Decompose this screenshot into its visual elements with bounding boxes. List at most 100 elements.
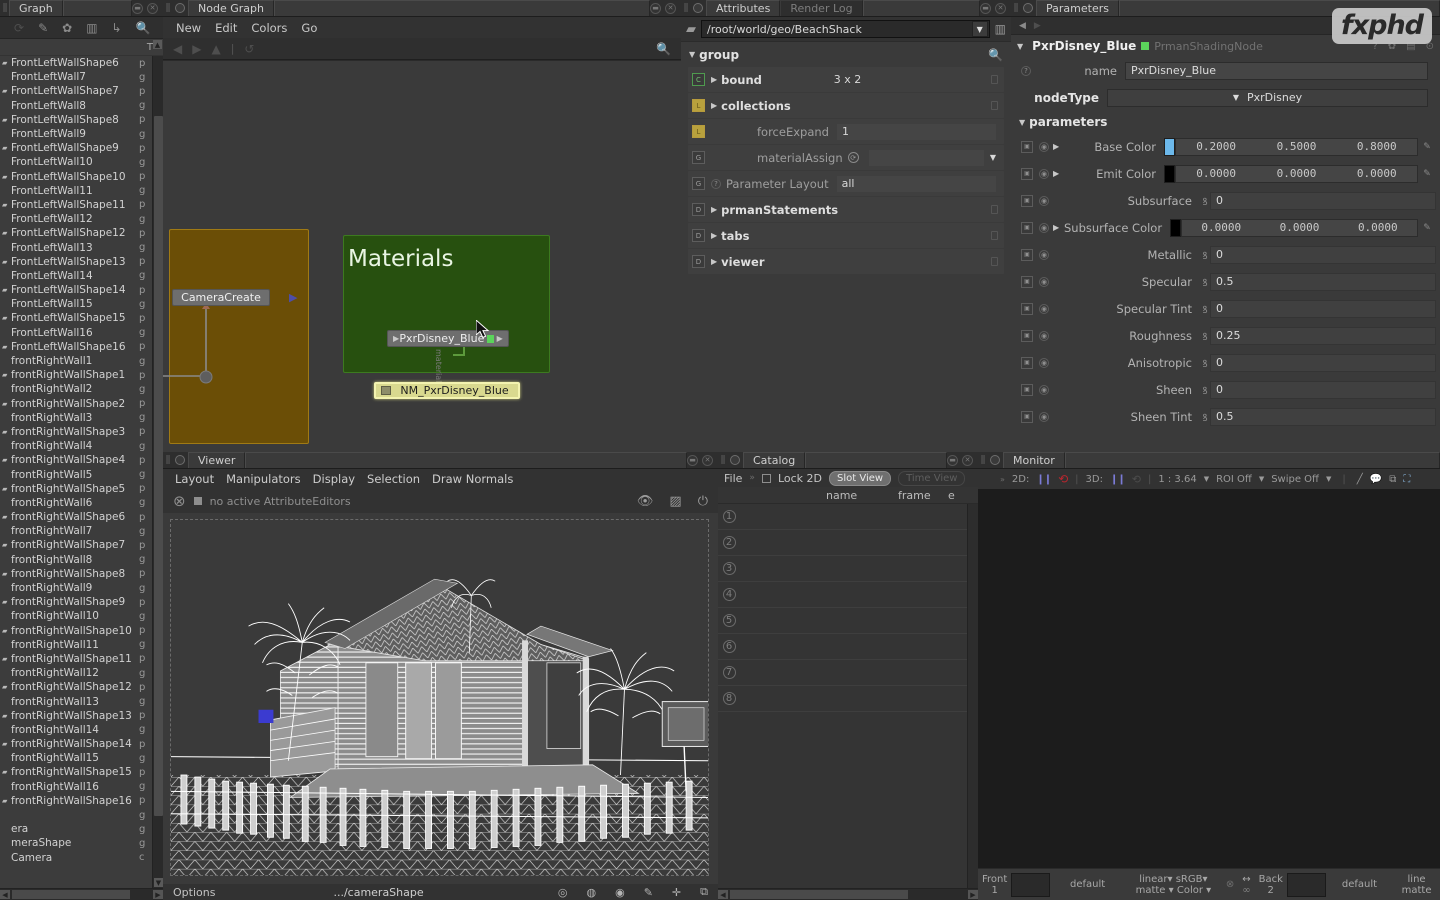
scene-graph-row[interactable]: ▰ frontRightWallShape5 p bbox=[0, 482, 151, 496]
fit-icon[interactable]: ⛶ bbox=[1403, 474, 1410, 485]
menu-go[interactable]: Go bbox=[301, 21, 317, 35]
scene-graph-row[interactable]: ▰ FrontLeftWallShape7 p bbox=[0, 84, 151, 98]
parameters-nodetype-dropdown[interactable]: ▼ PxrDisney bbox=[1107, 88, 1428, 107]
power-icon[interactable]: ⏻ bbox=[698, 494, 708, 509]
vscroll-thumb[interactable] bbox=[154, 116, 163, 816]
tab-attributes[interactable]: Attributes bbox=[706, 0, 781, 16]
attribute-row[interactable]: G? Parameter Layout all bbox=[688, 171, 1004, 196]
back-colorspace-block[interactable]: line matte bbox=[1393, 869, 1440, 900]
tab-monitor[interactable]: Monitor bbox=[1003, 452, 1065, 468]
link-icon[interactable]: ⧉ bbox=[700, 885, 708, 899]
menu-file[interactable]: File bbox=[724, 472, 742, 485]
slider-handle-icon[interactable]: ꝸ bbox=[1200, 356, 1210, 370]
scene-graph-row[interactable]: ▰ FrontLeftWallShape9 p bbox=[0, 141, 151, 155]
scene-graph-row[interactable]: ▰ FrontLeftWallShape11 p bbox=[0, 198, 151, 212]
chevron-right-icon[interactable]: ▶ bbox=[1053, 169, 1064, 178]
catalog-slot-row[interactable]: 5 bbox=[718, 608, 978, 634]
attribute-row[interactable]: D ▶ tabs bbox=[688, 223, 1004, 248]
monitor-roi-toggle[interactable]: ROI Off bbox=[1216, 474, 1252, 485]
scene-graph-row[interactable]: frontRightWall3 g bbox=[0, 411, 151, 425]
scene-graph-vscrollbar[interactable]: ▼ bbox=[152, 56, 163, 888]
scene-graph-row[interactable]: ▰ FrontLeftWallShape14 p bbox=[0, 283, 151, 297]
attribute-value[interactable]: all bbox=[836, 175, 996, 192]
front-default-block[interactable]: default bbox=[1050, 869, 1125, 900]
parameter-options-icon[interactable]: ◉ bbox=[1039, 276, 1049, 287]
scene-graph-row[interactable]: ▰ frontRightWallShape11 p bbox=[0, 652, 151, 666]
scene-graph-row[interactable]: ▰ FrontLeftWallShape12 p bbox=[0, 226, 151, 240]
attribute-value[interactable]: 1 bbox=[836, 123, 996, 140]
help-icon[interactable]: ? bbox=[1021, 65, 1031, 76]
catalog-slot-row[interactable]: 7 bbox=[718, 660, 978, 686]
close-icon[interactable]: ✕ bbox=[665, 2, 676, 14]
scene-graph-row[interactable]: frontRightWall9 g bbox=[0, 581, 151, 595]
back-buffer-swatch[interactable] bbox=[1286, 872, 1326, 897]
slider-handle-icon[interactable]: ꝸ bbox=[1200, 194, 1210, 208]
layers-icon[interactable]: ▨ bbox=[669, 494, 681, 509]
color-triple-input[interactable]: 0.2000 0.5000 0.8000 bbox=[1175, 137, 1418, 156]
lock-2d-checkbox[interactable] bbox=[761, 473, 771, 483]
attributes-group-header[interactable]: ▼ group 🔍 bbox=[681, 42, 1011, 67]
scene-graph-row[interactable]: ▰ frontRightWallShape14 p bbox=[0, 737, 151, 751]
parameter-row[interactable]: ▣ ◉ Specular Tint ꝸ 0 bbox=[1011, 295, 1440, 322]
panel-menu-icon[interactable] bbox=[1020, 0, 1036, 16]
scene-graph-row[interactable]: frontRightWall4 g bbox=[0, 439, 151, 453]
back-icon[interactable]: ◀ bbox=[173, 43, 182, 55]
parameter-number-input[interactable]: 0 bbox=[1210, 353, 1436, 372]
back-buffer-block[interactable]: Back 2 bbox=[1255, 869, 1287, 900]
parameter-number-input[interactable]: 0 bbox=[1210, 191, 1436, 210]
chevron-down-icon[interactable]: ▼ bbox=[1259, 475, 1264, 483]
menu-draw-normals[interactable]: Draw Normals bbox=[432, 472, 513, 486]
panel-grip-icon[interactable]: || bbox=[681, 0, 690, 16]
parameter-number-input[interactable]: 0 bbox=[1210, 299, 1436, 318]
scene-graph-row[interactable]: ▰ frontRightWallShape10 p bbox=[0, 624, 151, 638]
lock-icon[interactable] bbox=[991, 257, 998, 266]
overflow-icon[interactable]: » bbox=[749, 473, 755, 483]
scene-graph-row[interactable]: ▰ frontRightWallShape9 p bbox=[0, 595, 151, 609]
comment-icon[interactable]: 💬 bbox=[1370, 474, 1382, 485]
parameter-number-input[interactable]: 0 bbox=[1210, 245, 1436, 264]
parameter-row[interactable]: ▣ ◉ Sheen ꝸ 0 bbox=[1011, 376, 1440, 403]
hscroll-left-icon[interactable]: ◀ bbox=[0, 890, 10, 899]
menu-edit[interactable]: Edit bbox=[215, 21, 237, 35]
panel-menu-icon[interactable] bbox=[690, 0, 706, 16]
swap-buffers-block[interactable]: ↔ ∞ bbox=[1238, 869, 1254, 900]
camera-light-icon[interactable]: ◍ bbox=[586, 886, 596, 899]
catalog-time-view-toggle[interactable]: Time View bbox=[898, 470, 966, 486]
tab-node-graph[interactable]: Node Graph bbox=[188, 0, 274, 16]
search-icon[interactable]: 🔍 bbox=[136, 22, 151, 34]
scene-graph-row[interactable]: frontRightWall8 g bbox=[0, 553, 151, 567]
minimize-icon[interactable]: ▬ bbox=[947, 454, 958, 466]
color-swatch[interactable] bbox=[1170, 218, 1182, 237]
parameter-keyframe-icon[interactable]: ▣ bbox=[1021, 356, 1033, 369]
panel-menu-icon[interactable] bbox=[987, 452, 1003, 468]
scene-graph-row[interactable]: ▰ frontRightWallShape16 p bbox=[0, 794, 151, 808]
viewport-3d[interactable] bbox=[170, 519, 709, 876]
scene-graph-row[interactable]: frontRightWall12 g bbox=[0, 666, 151, 680]
color-picker-icon[interactable]: ✎ bbox=[1418, 223, 1436, 233]
chevron-right-icon[interactable]: ▶ bbox=[1053, 142, 1064, 151]
gear-icon[interactable]: ✿ bbox=[62, 22, 72, 34]
node-output-port-icon[interactable]: ▶ bbox=[497, 334, 503, 343]
scene-graph-row[interactable]: ▰ frontRightWallShape2 p bbox=[0, 397, 151, 411]
scene-graph-row[interactable]: ▰ FrontLeftWallShape8 p bbox=[0, 113, 151, 127]
minimize-icon[interactable]: ▬ bbox=[132, 2, 143, 14]
camera-orbit-icon[interactable]: ◎ bbox=[558, 886, 568, 899]
scene-graph-row[interactable]: ▰ FrontLeftWallShape16 p bbox=[0, 340, 151, 354]
attribute-row[interactable]: LforceExpand 1 bbox=[688, 119, 1004, 144]
parameter-keyframe-icon[interactable]: ▣ bbox=[1021, 140, 1033, 153]
scene-graph-row[interactable]: ▰ frontRightWallShape8 p bbox=[0, 567, 151, 581]
parameter-options-icon[interactable]: ◉ bbox=[1039, 249, 1049, 260]
scene-graph-row[interactable]: ▰ frontRightWallShape15 p bbox=[0, 765, 151, 779]
parameter-number-input[interactable]: 0.5 bbox=[1210, 272, 1436, 291]
copy-icon[interactable]: ⧉ bbox=[1389, 474, 1396, 485]
panel-grip-icon[interactable]: || bbox=[978, 452, 987, 468]
attribute-value[interactable]: 3 x 2 bbox=[834, 73, 862, 86]
parameter-keyframe-icon[interactable]: ▣ bbox=[1021, 410, 1033, 423]
scene-graph-row[interactable]: ▰ frontRightWallShape4 p bbox=[0, 453, 151, 467]
expression-icon[interactable]: ⟳ bbox=[847, 152, 859, 163]
parameter-options-icon[interactable]: ◉ bbox=[1039, 222, 1049, 233]
chevron-down-icon[interactable]: ▼ bbox=[689, 50, 695, 59]
panel-grip-icon[interactable]: || bbox=[1011, 0, 1020, 16]
parameter-keyframe-icon[interactable]: ▣ bbox=[1021, 302, 1033, 315]
menu-new[interactable]: New bbox=[176, 21, 201, 35]
